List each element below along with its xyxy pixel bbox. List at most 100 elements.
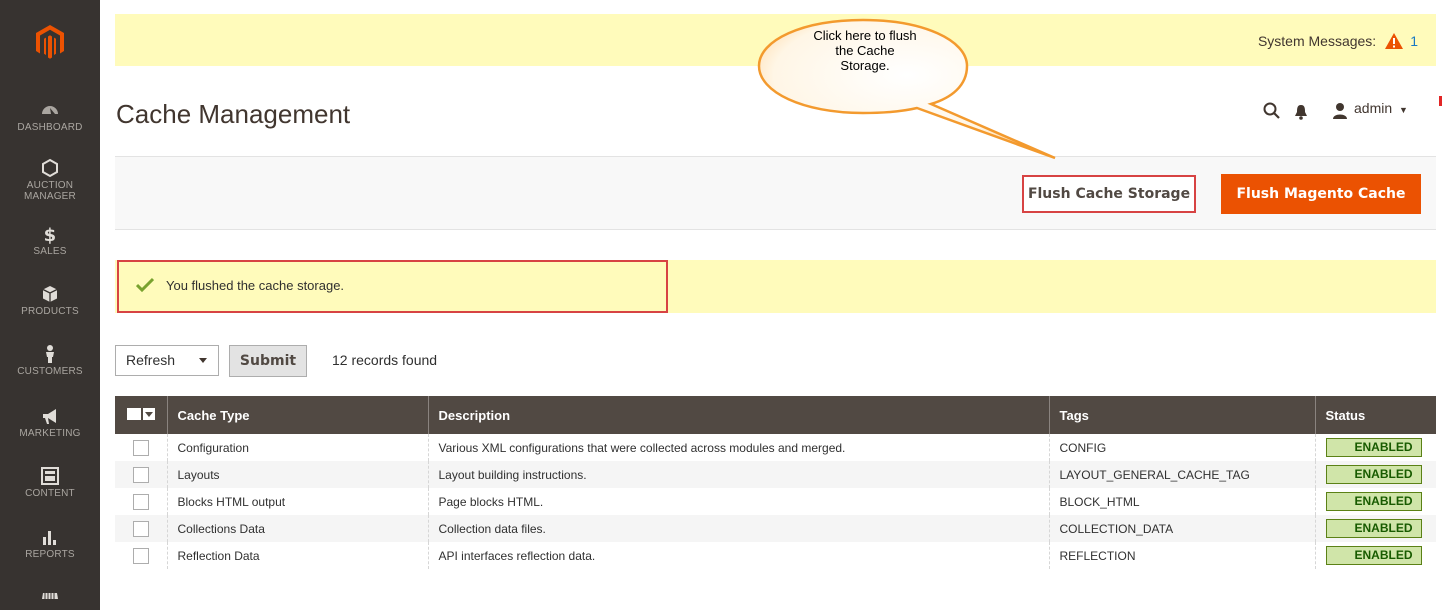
callout-line: Storage. — [840, 58, 890, 73]
row-checkbox-cell — [115, 488, 167, 515]
table-row: Reflection Data API interfaces reflectio… — [115, 542, 1436, 569]
flush-magento-cache-button[interactable]: Flush Magento Cache — [1221, 174, 1421, 214]
row-checkbox[interactable] — [133, 493, 149, 510]
nav-label: MARKETING — [19, 428, 81, 439]
table-row: Collections Data Collection data files. … — [115, 515, 1436, 542]
system-messages[interactable]: System Messages: 1 — [1258, 32, 1418, 50]
row-checkbox-cell — [115, 434, 167, 461]
row-checkbox[interactable] — [133, 466, 149, 483]
status-badge: ENABLED — [1325, 492, 1422, 511]
layout-icon — [41, 467, 59, 485]
admin-menu[interactable]: admin ▼ — [1354, 100, 1408, 116]
table-row: Configuration Various XML configurations… — [115, 434, 1436, 461]
cache-tags: COLLECTION_DATA — [1048, 515, 1315, 542]
search-icon[interactable] — [1262, 96, 1282, 126]
row-checkbox-cell — [115, 461, 167, 488]
dashboard-icon — [42, 106, 58, 114]
nav-products[interactable]: PRODUCTS — [0, 284, 100, 317]
page-title: Cache Management — [116, 99, 351, 129]
cache-description: Layout building instructions. — [427, 461, 1049, 488]
user-icon[interactable] — [1330, 96, 1350, 126]
cache-tags: REFLECTION — [1048, 542, 1315, 569]
column-header: Tags — [1048, 396, 1315, 434]
bar-chart-icon — [43, 531, 56, 545]
nav-label: DASHBOARD — [17, 122, 83, 133]
chevron-down-icon — [143, 407, 155, 420]
dollar-icon: $ — [44, 225, 57, 244]
store-icon — [42, 593, 58, 599]
system-messages-label: System Messages: — [1257, 33, 1377, 49]
cache-tags: LAYOUT_GENERAL_CACHE_TAG — [1048, 461, 1315, 488]
row-checkbox[interactable] — [133, 547, 149, 564]
cache-description: Various XML configurations that were col… — [427, 434, 1049, 461]
cache-description: API interfaces reflection data. — [427, 542, 1049, 569]
notification-marker — [1439, 96, 1442, 106]
row-checkbox-cell — [115, 515, 167, 542]
nav-auction-manager[interactable]: AUCTION MANAGER — [0, 158, 100, 202]
status-badge: ENABLED — [1325, 438, 1422, 457]
nav-label: REPORTS — [25, 549, 75, 560]
table-row: Layouts Layout building instructions. LA… — [115, 461, 1436, 488]
row-checkbox[interactable] — [133, 439, 149, 456]
cache-tags: BLOCK_HTML — [1048, 488, 1315, 515]
cache-type: Layouts — [166, 461, 428, 488]
callout-line: Click here to flush — [813, 28, 917, 43]
chevron-down-icon — [188, 346, 218, 375]
cache-grid: Cache Type Description Tags Status Confi… — [115, 396, 1436, 569]
nav-reports[interactable]: REPORTS — [0, 527, 100, 560]
callout-text: Click here to flush the Cache Storage. — [790, 28, 940, 73]
row-checkbox[interactable] — [133, 520, 149, 537]
column-header: Cache Type — [166, 396, 428, 434]
nav-marketing[interactable]: MARKETING — [0, 406, 100, 439]
chevron-down-icon: ▼ — [1399, 105, 1408, 115]
cache-tags: CONFIG — [1048, 434, 1315, 461]
megaphone-icon — [43, 409, 56, 424]
admin-sidebar: DASHBOARD AUCTION MANAGER $ SALES PRODUC… — [0, 0, 100, 610]
nav-customers[interactable]: CUSTOMERS — [0, 344, 100, 377]
cache-type: Reflection Data — [166, 542, 428, 569]
table-header-row: Cache Type Description Tags Status — [115, 396, 1436, 434]
flush-cache-storage-button[interactable]: Flush Cache Storage — [1022, 175, 1196, 213]
callout-line: the Cache — [835, 43, 895, 58]
cache-description: Page blocks HTML. — [427, 488, 1049, 515]
magento-logo-icon[interactable] — [35, 24, 65, 60]
mass-action-value: Refresh — [126, 352, 176, 368]
nav-content[interactable]: CONTENT — [0, 466, 100, 499]
hexagon-icon — [42, 158, 58, 178]
admin-username: admin — [1354, 100, 1393, 116]
nav-label: CONTENT — [25, 488, 75, 499]
status-cell: ENABLED — [1314, 515, 1436, 542]
nav-dashboard[interactable]: DASHBOARD — [0, 100, 100, 133]
success-message: You flushed the cache storage. — [166, 278, 345, 293]
status-cell: ENABLED — [1314, 434, 1436, 461]
nav-stores[interactable] — [0, 590, 100, 610]
nav-label: AUCTION MANAGER — [24, 180, 76, 202]
bell-icon[interactable] — [1292, 96, 1310, 126]
svg-text:$: $ — [44, 225, 57, 244]
cache-type: Collections Data — [166, 515, 428, 542]
cache-type: Configuration — [166, 434, 428, 461]
row-checkbox-cell — [115, 542, 167, 569]
status-badge: ENABLED — [1325, 465, 1422, 484]
status-cell: ENABLED — [1314, 488, 1436, 515]
checkmark-icon — [136, 277, 154, 293]
person-icon — [46, 345, 54, 363]
box-icon — [42, 286, 58, 302]
records-count: 12 records found — [332, 352, 438, 368]
submit-button[interactable]: Submit — [229, 345, 307, 377]
status-badge: ENABLED — [1325, 546, 1422, 565]
nav-sales[interactable]: $ SALES — [0, 224, 100, 257]
status-cell: ENABLED — [1314, 461, 1436, 488]
mass-select-checkbox[interactable] — [127, 407, 155, 420]
cache-type: Blocks HTML output — [166, 488, 428, 515]
system-messages-count[interactable]: 1 — [1410, 33, 1418, 49]
column-header: Status — [1314, 396, 1436, 434]
status-badge: ENABLED — [1325, 519, 1422, 538]
column-header: Description — [427, 396, 1049, 434]
mass-action-select[interactable]: Refresh — [115, 345, 219, 376]
nav-label: CUSTOMERS — [17, 366, 83, 377]
nav-label: PRODUCTS — [21, 306, 79, 317]
mass-select-header[interactable] — [115, 396, 167, 434]
status-cell: ENABLED — [1314, 542, 1436, 569]
warning-icon — [1385, 33, 1404, 49]
